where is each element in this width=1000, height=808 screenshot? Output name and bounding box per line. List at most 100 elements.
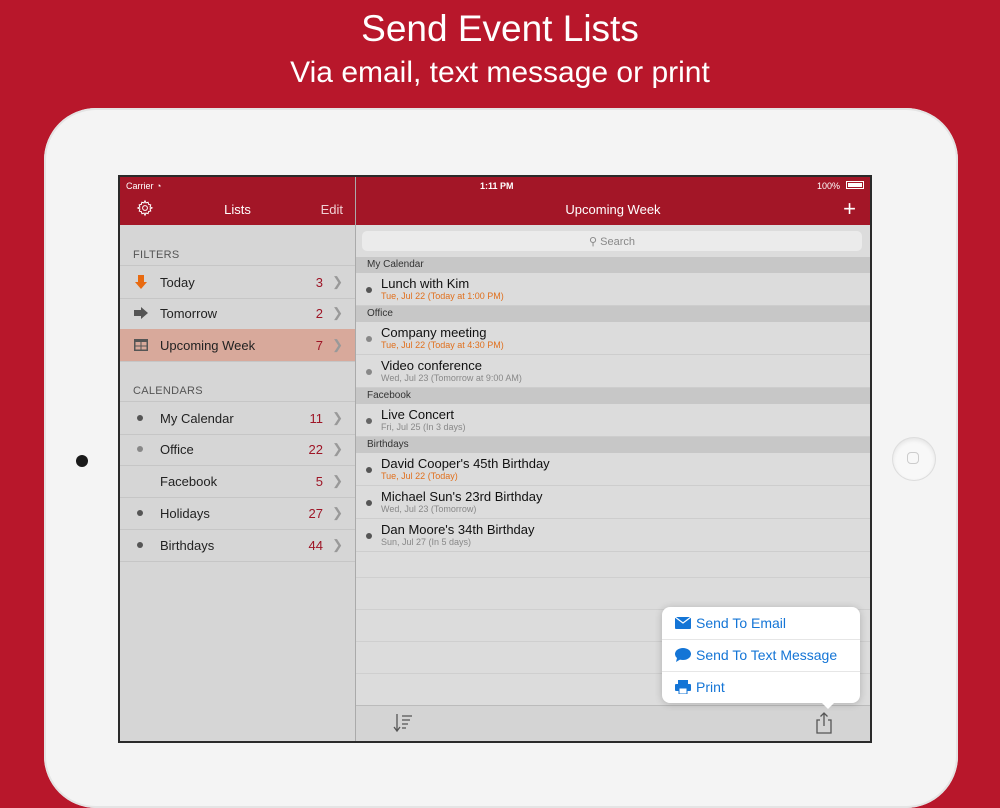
printer-icon [675,680,691,694]
share-popover: Send To Email Send To Text Message Print [662,607,860,709]
group-header: My Calendar [356,257,870,273]
chevron-right-icon: ❯ [332,537,343,552]
search-icon: ⚲ [589,236,598,248]
search-input[interactable]: ⚲ Search [362,231,862,251]
filter-count: 3 [315,275,323,290]
ipad-screen: Lists Edit FILTERS Today 3 ❯ Tomorrow 2 … [120,177,870,741]
envelope-icon [675,616,691,629]
divider [356,577,870,578]
event-when: Tue, Jul 22 (Today) [381,471,458,481]
event-title: Michael Sun's 23rd Birthday [381,489,543,504]
chat-bubble-icon [675,648,691,662]
chevron-right-icon: ❯ [332,274,343,289]
event-row[interactable]: David Cooper's 45th Birthday Tue, Jul 22… [356,453,870,486]
battery-percent: 100% [816,181,840,191]
event-row[interactable]: Company meeting Tue, Jul 22 (Today at 4:… [356,322,870,355]
event-dot-icon [366,467,372,473]
edit-button[interactable]: Edit [321,202,343,217]
event-title: Dan Moore's 34th Birthday [381,522,535,537]
text-label: Send To Text Message [696,647,838,663]
calendar-facebook[interactable]: Facebook 5 ❯ [120,465,355,498]
status-bar: Carrier ◔ 1:11 PM 100% [120,177,870,195]
calendar-office[interactable]: Office 22 ❯ [120,433,355,466]
sort-icon[interactable] [392,712,414,734]
add-event-button[interactable]: + [843,196,856,222]
sidebar-nav: Lists Edit [120,195,355,225]
calendar-label: Facebook [160,474,218,489]
send-to-text-button[interactable]: Send To Text Message [662,639,860,671]
event-when: Tue, Jul 22 (Today at 1:00 PM) [381,291,504,301]
battery-icon [846,181,864,189]
filter-today[interactable]: Today 3 ❯ [120,265,355,299]
filter-label: Tomorrow [160,306,218,321]
chevron-right-icon: ❯ [332,473,343,488]
calendar-count: 22 [308,442,323,457]
search-placeholder: Search [600,236,635,248]
camera [76,455,88,467]
group-header: Facebook [356,388,870,404]
event-when: Tue, Jul 22 (Today at 4:30 PM) [381,340,504,350]
calendar-dot-icon [137,510,143,516]
event-dot-icon [366,418,372,424]
home-button[interactable] [893,438,935,480]
event-when: Wed, Jul 23 (Tomorrow at 9:00 AM) [381,373,522,383]
chevron-right-icon: ❯ [332,505,343,520]
main-title: Upcoming Week [565,202,661,217]
calendars-header: CALENDARS [133,385,203,397]
event-list: My Calendar Lunch with Kim Tue, Jul 22 (… [356,257,870,552]
event-when: Sun, Jul 27 (In 5 days) [381,537,472,547]
event-when: Wed, Jul 23 (Tomorrow) [381,504,477,514]
promo-subtitle: Via email, text message or print [290,56,710,89]
filters-header: FILTERS [133,249,180,261]
chevron-right-icon: ❯ [332,337,343,352]
calendar-dot-icon [137,446,143,452]
calendar-dot-icon [137,478,143,484]
event-title: Video conference [381,358,482,373]
carrier-label: Carrier ◔ [126,181,162,191]
calendar-my-calendar[interactable]: My Calendar 11 ❯ [120,401,355,435]
calendar-count: 5 [315,474,323,489]
promo-title: Send Event Lists [361,8,639,49]
event-row[interactable]: Dan Moore's 34th Birthday Sun, Jul 27 (I… [356,519,870,552]
filter-label: Today [160,275,195,290]
filter-count: 2 [315,306,323,321]
right-arrow-icon [134,307,148,319]
event-dot-icon [366,336,372,342]
status-time: 1:11 PM [480,181,514,191]
send-to-email-button[interactable]: Send To Email [662,607,860,639]
filter-label: Upcoming Week [160,338,256,353]
filter-tomorrow[interactable]: Tomorrow 2 ❯ [120,297,355,330]
calendar-label: Birthdays [160,538,215,553]
event-title: David Cooper's 45th Birthday [381,456,550,471]
print-label: Print [696,679,725,695]
calendar-count: 11 [309,411,324,426]
filter-upcoming-week[interactable]: Upcoming Week 7 ❯ [120,329,355,362]
event-title: Lunch with Kim [381,276,470,291]
event-dot-icon [366,369,372,375]
chevron-right-icon: ❯ [332,410,343,425]
print-button[interactable]: Print [662,671,860,703]
event-dot-icon [366,500,372,506]
group-header: Office [356,306,870,322]
week-grid-icon [134,339,148,351]
calendar-holidays[interactable]: Holidays 27 ❯ [120,497,355,530]
calendar-dot-icon [137,415,143,421]
calendar-dot-icon [137,542,143,548]
event-row[interactable]: Video conference Wed, Jul 23 (Tomorrow a… [356,355,870,388]
wifi-icon: ◔ [156,181,162,191]
chevron-right-icon: ❯ [332,441,343,456]
event-row[interactable]: Live Concert Fri, Jul 25 (In 3 days) [356,404,870,437]
calendar-label: Holidays [160,506,210,521]
event-title: Live Concert [381,407,454,422]
calendar-label: My Calendar [160,411,234,426]
event-dot-icon [366,533,372,539]
calendar-birthdays[interactable]: Birthdays 44 ❯ [120,529,355,562]
event-row[interactable]: Michael Sun's 23rd Birthday Wed, Jul 23 … [356,486,870,519]
event-row[interactable]: Lunch with Kim Tue, Jul 22 (Today at 1:0… [356,273,870,306]
main-nav: Upcoming Week + [356,195,870,225]
down-arrow-icon [135,275,147,289]
event-title: Company meeting [381,325,487,340]
bottom-toolbar [356,705,870,741]
filter-count: 7 [315,338,323,353]
sidebar: Lists Edit FILTERS Today 3 ❯ Tomorrow 2 … [120,177,356,741]
